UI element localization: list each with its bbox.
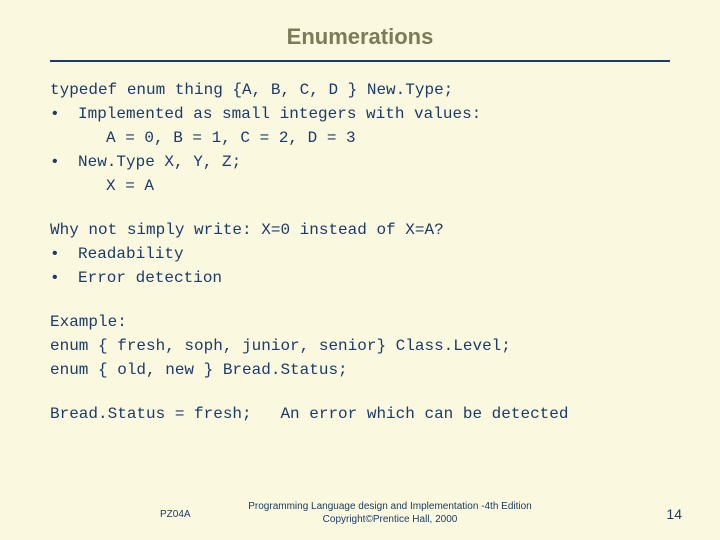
bullet-icon: •: [50, 266, 78, 290]
code-values: A = 0, B = 1, C = 2, D = 3: [50, 126, 670, 150]
footer-line2: Copyright©Prentice Hall, 2000: [323, 514, 458, 525]
bullet-text: New.Type X, Y, Z;: [78, 150, 670, 174]
footer-code: PZ04A: [160, 509, 191, 520]
section-typedef: typedef enum thing {A, B, C, D } New.Typ…: [50, 78, 670, 198]
example-label: Example:: [50, 310, 670, 334]
footer-citation: Programming Language design and Implemen…: [220, 501, 560, 526]
error-detect-line: Bread.Status = fresh; An error which can…: [50, 402, 670, 426]
section-error-line: Bread.Status = fresh; An error which can…: [50, 402, 670, 426]
bullet-error-detection: • Error detection: [50, 266, 670, 290]
bullet-readability: • Readability: [50, 242, 670, 266]
code-typedef: typedef enum thing {A, B, C, D } New.Typ…: [50, 78, 670, 102]
code-assign: X = A: [50, 174, 670, 198]
bullet-icon: •: [50, 242, 78, 266]
question-line: Why not simply write: X=0 instead of X=A…: [50, 218, 670, 242]
section-example: Example: enum { fresh, soph, junior, sen…: [50, 310, 670, 382]
bullet-text: Implemented as small integers with value…: [78, 102, 670, 126]
bullet-text: Readability: [78, 242, 670, 266]
slide-body: Enumerations typedef enum thing {A, B, C…: [0, 0, 720, 426]
bullet-icon: •: [50, 102, 78, 126]
title-rule: [50, 60, 670, 62]
bullet-icon: •: [50, 150, 78, 174]
code-enum-classlevel: enum { fresh, soph, junior, senior} Clas…: [50, 334, 670, 358]
section-whynot: Why not simply write: X=0 instead of X=A…: [50, 218, 670, 290]
slide-title: Enumerations: [50, 24, 670, 50]
code-enum-breadstatus: enum { old, new } Bread.Status;: [50, 358, 670, 382]
footer-line1: Programming Language design and Implemen…: [248, 501, 532, 512]
bullet-implemented: • Implemented as small integers with val…: [50, 102, 670, 126]
bullet-text: Error detection: [78, 266, 670, 290]
bullet-newtype: • New.Type X, Y, Z;: [50, 150, 670, 174]
page-number: 14: [666, 506, 682, 522]
